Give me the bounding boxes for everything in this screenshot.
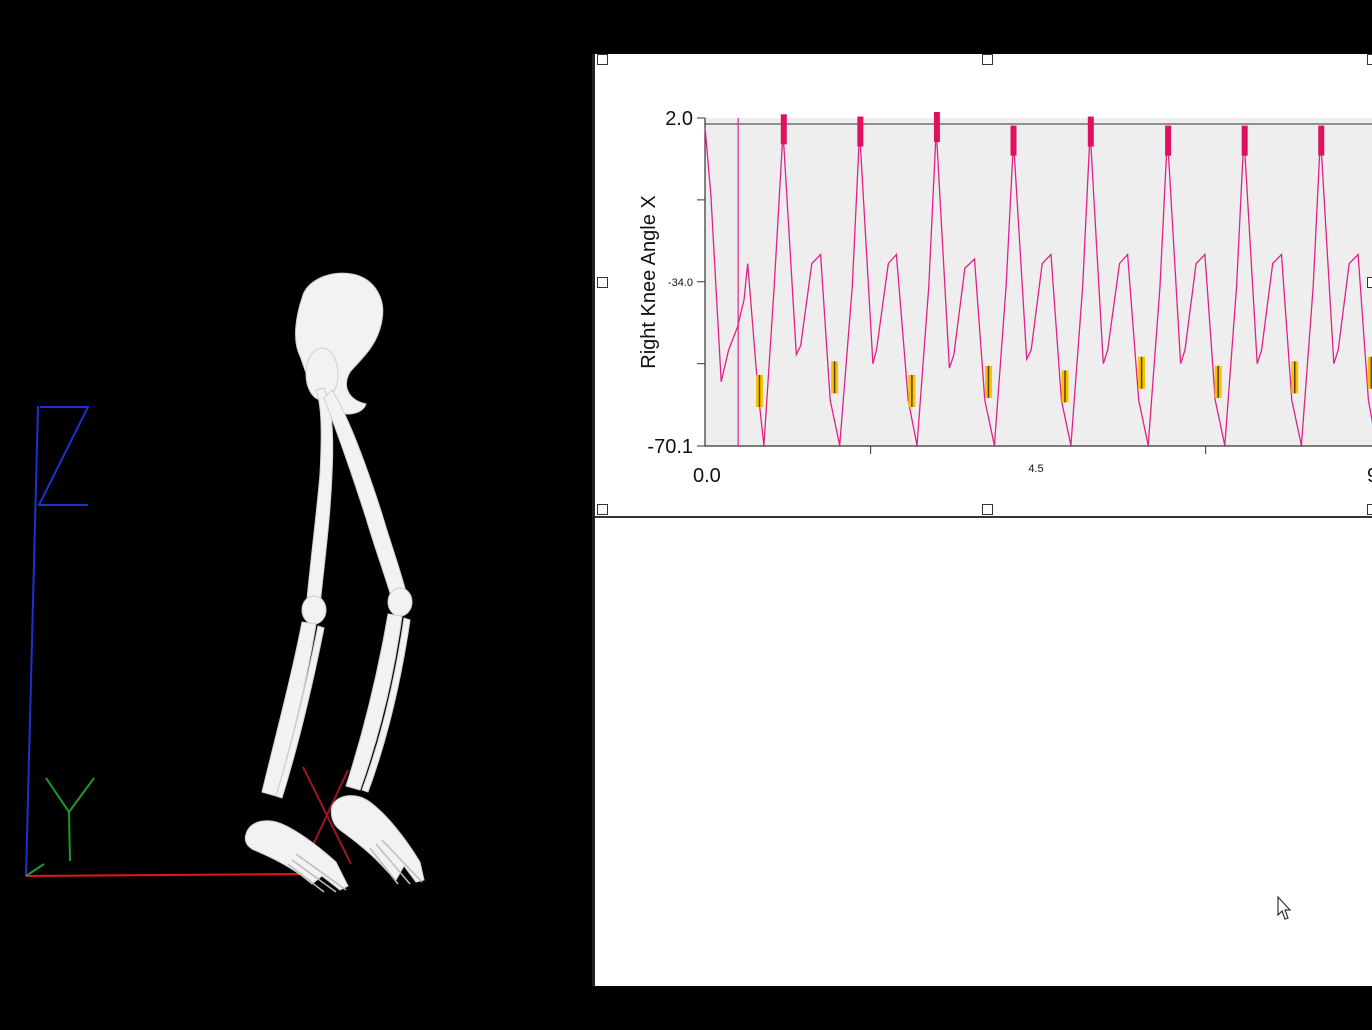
peak-event-marker: [857, 116, 864, 147]
z-axis-label: [37, 406, 90, 506]
plot-background: [705, 118, 1372, 446]
x-tick-label: 9.1: [1367, 465, 1372, 487]
peak-event-marker: [933, 112, 940, 142]
left-femur: [305, 387, 334, 611]
x-tick-label: 0.0: [693, 465, 721, 487]
peak-event-marker: [1318, 125, 1325, 156]
peak-event-marker: [1010, 125, 1017, 156]
resize-handle-bottom-center[interactable]: [982, 504, 993, 515]
z-axis-line: [25, 405, 39, 877]
resize-handle-middle-right[interactable]: [1367, 277, 1372, 288]
x-tick-label: 4.5: [1028, 463, 1043, 475]
left-knee: [301, 595, 327, 625]
peak-event-marker: [1165, 125, 1172, 156]
y-axis-label: [45, 777, 95, 814]
peak-event-marker: [1087, 116, 1094, 147]
pelvis: [295, 272, 384, 415]
mouse-pointer-icon: [1277, 896, 1292, 920]
skeleton-scene: [25, 272, 425, 893]
x-axis-line: [25, 873, 302, 877]
peak-event-marker: [780, 114, 787, 145]
resize-handle-top-right[interactable]: [1367, 54, 1372, 65]
resize-handle-top-left[interactable]: [597, 54, 608, 65]
right-femur: [323, 389, 409, 607]
resize-handle-bottom-right[interactable]: [1367, 504, 1372, 515]
resize-handle-top-center[interactable]: [982, 54, 993, 65]
right-knee: [387, 587, 413, 617]
3d-viewport[interactable]: [6, 54, 590, 986]
resize-handle-bottom-left[interactable]: [597, 504, 608, 515]
peak-event-marker: [1241, 125, 1248, 156]
secondary-plot-area[interactable]: [595, 520, 1372, 986]
y-tick-label: -70.1: [647, 436, 693, 458]
y-axis-line: [25, 863, 45, 877]
y-axis-title: Right Knee Angle X: [638, 195, 660, 368]
resize-handle-middle-left[interactable]: [597, 277, 608, 288]
chart-svg: 2.0 -34.0 -70.10.0 4.5 9.1 Right Knee Angle X: [638, 108, 1372, 487]
y-axis-label-stem: [68, 811, 71, 862]
y-tick-label: 2.0: [665, 108, 693, 130]
y-tick-label: -34.0: [668, 277, 693, 289]
knee-angle-chart[interactable]: 2.0 -34.0 -70.10.0 4.5 9.1 Right Knee Angle X: [595, 54, 1372, 518]
plot-panel: 2.0 -34.0 -70.10.0 4.5 9.1 Right Knee Angle X: [592, 54, 1372, 986]
